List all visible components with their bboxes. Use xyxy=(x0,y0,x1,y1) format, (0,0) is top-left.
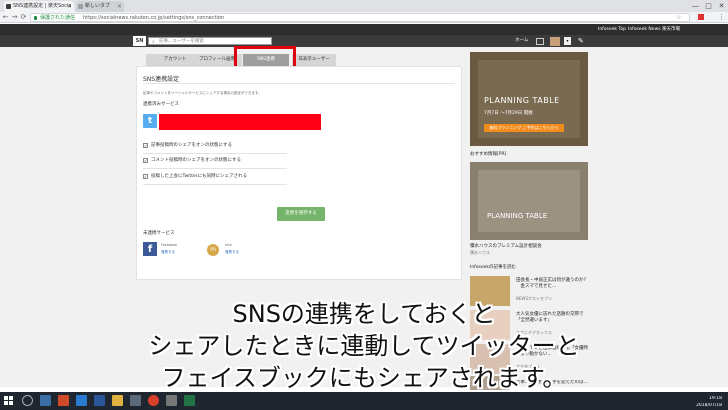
divider xyxy=(143,83,455,84)
divider xyxy=(143,153,287,154)
edit-icon[interactable]: ✎ xyxy=(578,37,584,46)
article-title[interactable]: 田会長・中居正広は何が違うのか? 金スマで見せた... xyxy=(516,278,588,290)
share-comment-label: コメント投稿時のシェアをオンの状態にする xyxy=(151,158,242,163)
search-icon[interactable] xyxy=(22,395,33,406)
search-input[interactable]: ⌕ 記事、ユーザーを検索 xyxy=(148,37,272,45)
forward-button[interactable]: → xyxy=(10,12,19,23)
bookmark-star-icon[interactable]: ☆ xyxy=(676,14,681,22)
edge-icon[interactable] xyxy=(76,395,87,406)
home-link[interactable]: ホーム xyxy=(515,35,528,47)
url-input[interactable]: 保護された通信 https://socialnews.rakuten.co.jp… xyxy=(30,13,690,22)
infoseek-top-link[interactable]: Infoseek Top xyxy=(598,24,626,35)
task-view-icon[interactable] xyxy=(40,395,51,406)
settings-card: SNS連携設定 記事やコメントをソーシャルサービスにシェアする場合の設定ができま… xyxy=(136,66,462,280)
browser-menu-icon[interactable]: ⋮ xyxy=(718,12,725,23)
twitter-icon: t xyxy=(143,114,157,128)
avatar[interactable] xyxy=(550,37,560,46)
pr-image-title: PLANNING TABLE xyxy=(487,212,548,220)
tab-hidden-users[interactable]: 非表示ユーザー xyxy=(292,54,336,66)
tab-close-icon[interactable]: × xyxy=(67,1,72,12)
app-icon[interactable] xyxy=(166,395,177,406)
minimize-button[interactable]: — xyxy=(690,0,701,12)
chrome-icon[interactable] xyxy=(148,395,159,406)
share-article-label: 記事投稿時のシェアをオンの状態にする xyxy=(151,143,233,148)
share-comment-checkbox[interactable]: ✓ xyxy=(143,158,148,163)
notification-icon[interactable] xyxy=(536,38,544,45)
site-navbar xyxy=(0,35,728,47)
tab-sns-settings[interactable]: SNS連携設定 | 楽天Socia × xyxy=(4,1,74,12)
tab-new[interactable]: 新しいタブ × xyxy=(76,1,124,12)
taskbar xyxy=(0,392,728,410)
mixi-name: mixi xyxy=(225,243,233,247)
ad-dates: 7月7日 ～7月29日 開催 xyxy=(484,111,533,116)
section-description: 記事やコメントをソーシャルサービスにシェアする場合の設定ができます。 xyxy=(143,91,262,95)
infoseek-news-link[interactable]: Infoseek News xyxy=(628,24,661,35)
caption-line-2: シェアしたときに連動してツイッターと xyxy=(148,332,580,360)
ad-cta-button[interactable]: 無料プランニング ご予約はこちらから xyxy=(484,124,564,132)
divider xyxy=(143,168,287,169)
facebook-name: Facebook xyxy=(161,243,178,247)
section-title: SNS連携設定 xyxy=(143,76,180,83)
share-article-checkbox[interactable]: ✓ xyxy=(143,143,148,148)
rakuten-ichiba-link[interactable]: 楽天市場 xyxy=(662,24,680,35)
pr-sponsor: 積水ハウス xyxy=(470,250,490,255)
tab-label: SNS連携設定 | 楽天Socia xyxy=(13,3,72,9)
popular-section-label: Infoseekの記事を読む xyxy=(470,265,517,270)
store-icon[interactable] xyxy=(130,395,141,406)
dropdown-icon[interactable]: ▾ xyxy=(564,37,571,45)
mixi-icon: m xyxy=(207,244,219,256)
facebook-icon: f xyxy=(143,242,157,256)
unconnected-services-label: 未連携サービス xyxy=(143,231,175,236)
tab-close-icon[interactable]: × xyxy=(117,1,122,12)
powerpoint-icon[interactable] xyxy=(58,395,69,406)
excel-icon[interactable] xyxy=(184,395,195,406)
pr-section-label: おすすめ情報[PR] xyxy=(470,152,507,157)
folder-icon[interactable] xyxy=(112,395,123,406)
caption-line-3: フェイスブックにもシェアされます。 xyxy=(161,364,567,392)
extension-icon[interactable] xyxy=(698,14,704,20)
page-icon xyxy=(78,4,83,9)
connected-services-label: 連携済みサービス xyxy=(143,102,179,107)
clock-date[interactable]: 2018/07/18 xyxy=(680,403,722,409)
back-button[interactable]: ← xyxy=(1,12,10,23)
lock-icon xyxy=(34,16,37,20)
window-close-button[interactable]: ✕ xyxy=(716,0,727,12)
pr-image-room xyxy=(478,170,580,232)
divider xyxy=(143,184,287,185)
clock-time[interactable]: 19:18 xyxy=(680,396,722,402)
reload-button[interactable]: ⟳ xyxy=(19,12,28,23)
save-button[interactable]: 変更を保存する xyxy=(277,207,325,221)
pr-caption[interactable]: 積水ハウスのプレミアム設計相談会 xyxy=(470,243,542,249)
redacted-account-bar xyxy=(159,114,321,130)
tab-label: 新しいタブ xyxy=(85,3,111,9)
word-icon[interactable] xyxy=(94,395,105,406)
site-logo[interactable]: SN xyxy=(133,36,146,46)
windows-start-icon[interactable] xyxy=(4,396,14,406)
caption-line-1: SNSの連携をしておくと xyxy=(232,300,496,328)
url-text: https://socialnews.rakuten.co.jp/setting… xyxy=(83,15,225,21)
secure-label: 保護された通信 xyxy=(40,15,76,21)
search-icon: ⌕ xyxy=(152,39,155,45)
share-twitter-label: 投稿した上会にTwitterにも同時にシェアされる xyxy=(151,174,248,179)
maximize-button[interactable]: □ xyxy=(703,0,714,12)
favicon-icon xyxy=(6,4,11,9)
facebook-connect-link[interactable]: 連携する xyxy=(161,250,175,255)
mixi-connect-link[interactable]: 連携する xyxy=(225,250,239,255)
search-placeholder: 記事、ユーザーを検索 xyxy=(159,39,204,44)
ad-title: PLANNING TABLE xyxy=(484,96,560,105)
share-twitter-checkbox[interactable]: ✓ xyxy=(143,174,148,179)
